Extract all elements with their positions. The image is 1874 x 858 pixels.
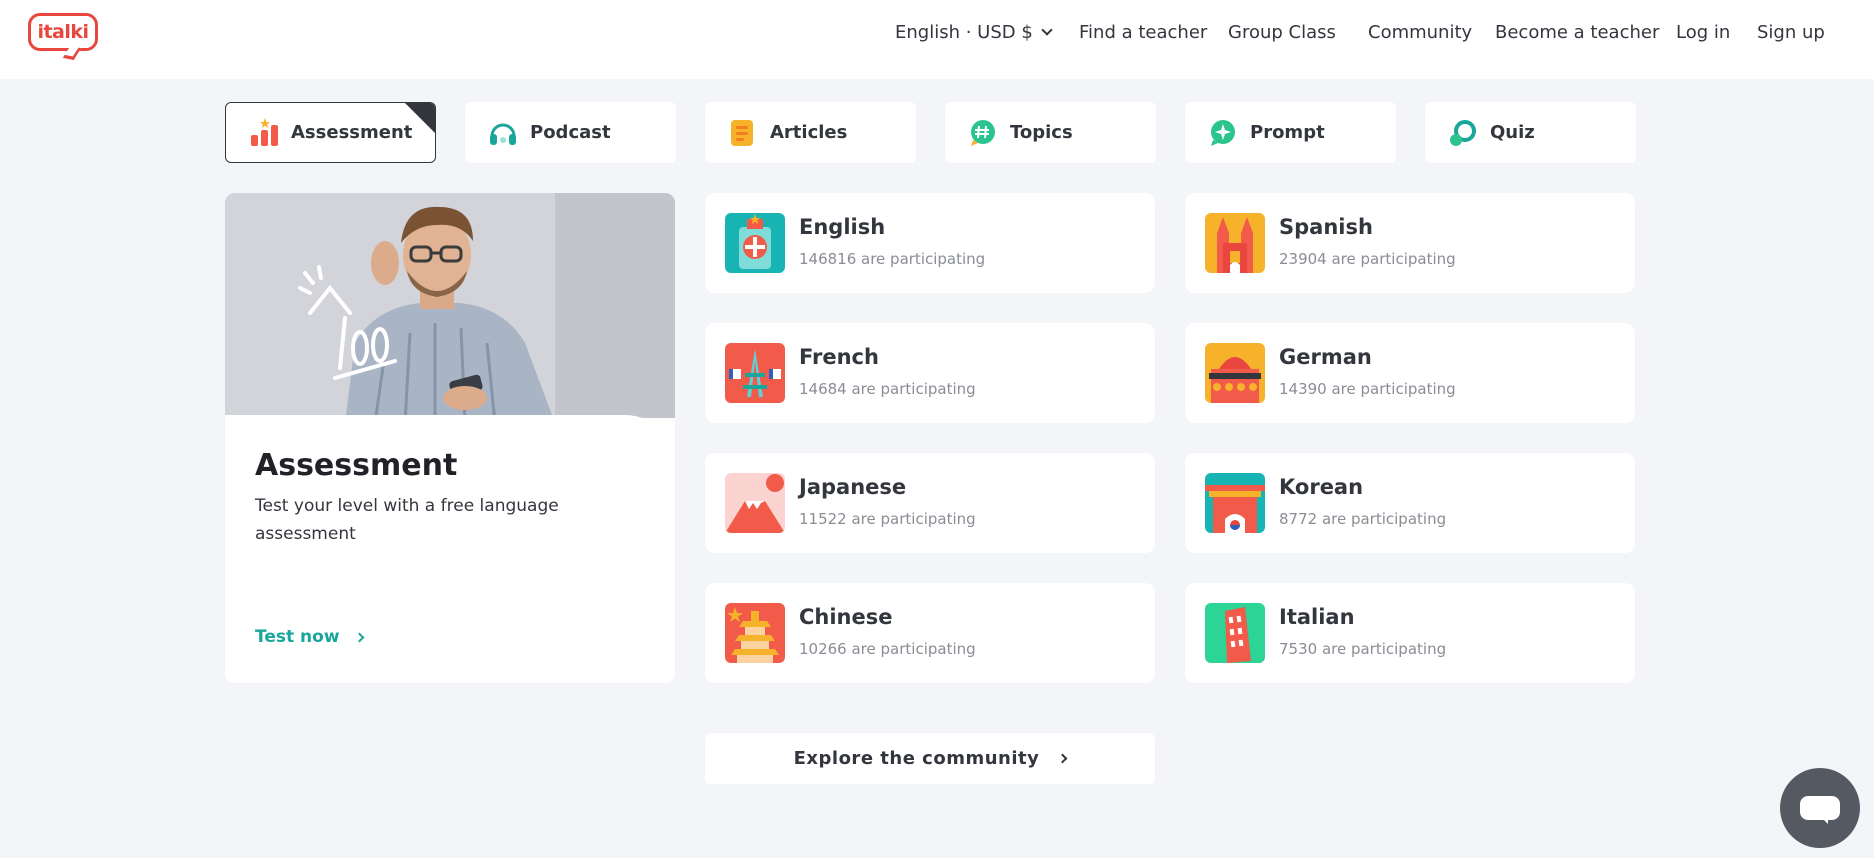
spanish-flag-icon bbox=[1205, 213, 1265, 273]
language-name: Chinese bbox=[799, 605, 893, 629]
french-flag-icon bbox=[725, 343, 785, 403]
test-now-link[interactable]: Test now bbox=[255, 627, 364, 647]
tab-topics[interactable]: Topics bbox=[945, 102, 1156, 163]
nav-community[interactable]: Community bbox=[1368, 22, 1472, 46]
language-card-french[interactable]: French 14684 are participating bbox=[705, 323, 1155, 423]
language-name: Italian bbox=[1279, 605, 1355, 629]
italian-flag-icon bbox=[1205, 603, 1265, 663]
chevron-right-icon bbox=[1057, 753, 1068, 764]
headphones-icon bbox=[488, 118, 518, 148]
tab-label: Podcast bbox=[530, 122, 611, 143]
language-name: Spanish bbox=[1279, 215, 1373, 239]
participant-count: 11522 are participating bbox=[799, 510, 976, 528]
language-name: English bbox=[799, 215, 886, 239]
nav-group-class[interactable]: Group Class bbox=[1228, 22, 1336, 46]
italki-logo[interactable]: italki bbox=[28, 13, 100, 60]
language-name: German bbox=[1279, 345, 1372, 369]
tab-articles[interactable]: Articles bbox=[705, 102, 916, 163]
participant-count: 14390 are participating bbox=[1279, 380, 1456, 398]
tab-podcast[interactable]: Podcast bbox=[465, 102, 676, 163]
tab-label: Articles bbox=[770, 122, 848, 143]
language-currency-selector[interactable]: English · USD $ bbox=[895, 22, 1053, 46]
participant-count: 8772 are participating bbox=[1279, 510, 1447, 528]
german-flag-icon bbox=[1205, 343, 1265, 403]
japanese-flag-icon bbox=[725, 473, 785, 533]
assessment-title: Assessment bbox=[255, 448, 458, 483]
tab-label: Prompt bbox=[1250, 122, 1325, 143]
nav-sign-up[interactable]: Sign up bbox=[1757, 22, 1825, 46]
language-card-japanese[interactable]: Japanese 11522 are participating bbox=[705, 453, 1155, 553]
language-name: French bbox=[799, 345, 879, 369]
sparkle-icon bbox=[1208, 118, 1238, 148]
tab-label: Topics bbox=[1010, 122, 1073, 143]
language-card-chinese[interactable]: Chinese 10266 are participating bbox=[705, 583, 1155, 683]
participant-count: 10266 are participating bbox=[799, 640, 976, 658]
assessment-card[interactable]: Assessment Test your level with a free l… bbox=[225, 193, 675, 683]
assessment-description: Test your level with a free language ass… bbox=[255, 496, 559, 544]
chat-support-button[interactable] bbox=[1780, 768, 1860, 848]
chinese-flag-icon bbox=[725, 603, 785, 663]
hashtag-icon bbox=[968, 118, 998, 148]
language-card-korean[interactable]: Korean 8772 are participating bbox=[1185, 453, 1635, 553]
nav-log-in[interactable]: Log in bbox=[1676, 22, 1730, 46]
top-header: italki English · USD $ Find a teacher Gr… bbox=[0, 0, 1874, 79]
korean-flag-icon bbox=[1205, 473, 1265, 533]
tab-quiz[interactable]: Quiz bbox=[1425, 102, 1636, 163]
chevron-down-icon bbox=[1041, 24, 1053, 36]
participant-count: 14684 are participating bbox=[799, 380, 976, 398]
participant-count: 7530 are participating bbox=[1279, 640, 1447, 658]
language-card-german[interactable]: German 14390 are participating bbox=[1185, 323, 1635, 423]
tab-assessment[interactable]: Assessment bbox=[225, 102, 436, 163]
language-card-italian[interactable]: Italian 7530 are participating bbox=[1185, 583, 1635, 683]
nav-find-teacher[interactable]: Find a teacher bbox=[1079, 22, 1207, 46]
language-name: Japanese bbox=[799, 475, 907, 499]
tab-label: Quiz bbox=[1490, 122, 1535, 143]
english-flag-icon bbox=[725, 213, 785, 273]
language-card-english[interactable]: English 146816 are participating bbox=[705, 193, 1155, 293]
assessment-photo bbox=[225, 193, 675, 423]
explore-community-button[interactable]: Explore the community bbox=[705, 733, 1155, 784]
language-card-spanish[interactable]: Spanish 23904 are participating bbox=[1185, 193, 1635, 293]
bar-chart-icon bbox=[249, 117, 279, 148]
language-name: Korean bbox=[1279, 475, 1364, 499]
chevron-right-icon bbox=[354, 632, 364, 642]
participant-count: 23904 are participating bbox=[1279, 250, 1456, 268]
article-icon bbox=[728, 118, 758, 148]
participant-count: 146816 are participating bbox=[799, 250, 986, 268]
nav-become-teacher[interactable]: Become a teacher bbox=[1495, 22, 1659, 46]
tab-prompt[interactable]: Prompt bbox=[1185, 102, 1396, 163]
tab-label: Assessment bbox=[291, 122, 413, 143]
logo-text: italki bbox=[28, 13, 98, 51]
quiz-icon bbox=[1448, 118, 1478, 148]
